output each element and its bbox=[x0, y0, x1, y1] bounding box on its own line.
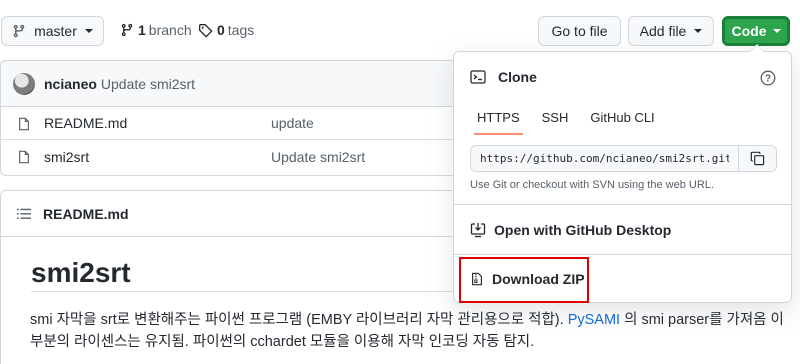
list-icon[interactable] bbox=[17, 207, 31, 221]
go-to-file-button[interactable]: Go to file bbox=[538, 16, 621, 46]
file-icon bbox=[19, 117, 29, 131]
question-icon[interactable]: ? bbox=[760, 70, 776, 86]
copy-icon bbox=[750, 151, 765, 166]
svg-text:?: ? bbox=[765, 74, 771, 85]
clone-tabs: HTTPS SSH GitHub CLI bbox=[466, 106, 666, 135]
divider bbox=[454, 204, 791, 205]
tab-github-cli[interactable]: GitHub CLI bbox=[579, 106, 665, 135]
open-github-desktop-label: Open with GitHub Desktop bbox=[494, 222, 672, 238]
chevron-down-icon bbox=[84, 29, 93, 33]
file-icon bbox=[19, 150, 29, 164]
clone-dropdown: Clone ? HTTPS SSH GitHub CLI Use Git or … bbox=[453, 44, 792, 303]
tag-icon bbox=[198, 23, 213, 38]
clone-url-input[interactable] bbox=[471, 146, 738, 171]
file-list-box: ncianeo Update smi2srt README.md update … bbox=[0, 60, 470, 176]
code-label: Code bbox=[731, 23, 767, 39]
branches-link[interactable]: 1 branch bbox=[120, 22, 192, 38]
tags-link[interactable]: 0 tags bbox=[198, 22, 254, 38]
clone-help-text: Use Git or checkout with SVN using the w… bbox=[470, 179, 714, 191]
git-branch-icon bbox=[121, 23, 133, 37]
open-github-desktop-item[interactable]: Open with GitHub Desktop bbox=[470, 222, 671, 238]
highlight-box bbox=[459, 257, 589, 303]
readme-filename: README.md bbox=[43, 205, 129, 222]
git-branch-icon bbox=[13, 24, 25, 38]
latest-commit-bar: ncianeo Update smi2srt bbox=[1, 61, 470, 107]
file-name-link[interactable]: smi2srt bbox=[44, 149, 89, 165]
divider bbox=[454, 254, 791, 255]
tag-count: 0 bbox=[217, 22, 225, 38]
branch-select-button[interactable]: master bbox=[1, 16, 104, 46]
branch-name: master bbox=[34, 23, 77, 39]
branch-word: branch bbox=[148, 22, 192, 38]
file-commit-link[interactable]: Update smi2srt bbox=[271, 149, 365, 165]
terminal-icon bbox=[470, 70, 486, 84]
file-name-link[interactable]: README.md bbox=[44, 115, 127, 131]
clone-title: Clone bbox=[498, 69, 537, 85]
tag-word: tags bbox=[227, 22, 255, 38]
clone-heading: Clone bbox=[470, 69, 537, 85]
add-file-button[interactable]: Add file bbox=[628, 16, 714, 46]
readme-paragraph: smi 자막을 srt로 변환해주는 파이썬 프로그램 (EMBY 라이브러리 … bbox=[30, 309, 800, 353]
copy-url-button[interactable] bbox=[738, 146, 776, 171]
readme-header: README.md bbox=[1, 191, 470, 237]
commit-author-link[interactable]: ncianeo bbox=[44, 76, 97, 92]
clone-url-group bbox=[470, 145, 777, 172]
chevron-down-icon bbox=[694, 29, 703, 33]
tab-ssh[interactable]: SSH bbox=[531, 106, 580, 135]
desktop-download-icon bbox=[470, 223, 486, 238]
pysami-link[interactable]: PySAMI bbox=[568, 312, 620, 328]
add-file-label: Add file bbox=[639, 23, 687, 39]
tab-https[interactable]: HTTPS bbox=[466, 106, 531, 135]
code-button[interactable]: Code bbox=[722, 16, 790, 46]
branch-count: 1 bbox=[138, 22, 146, 38]
readme-text-before-link: smi 자막을 srt로 변환해주는 파이썬 프로그램 (EMBY 라이브러리 … bbox=[30, 312, 568, 328]
table-row: smi2srt Update smi2srt bbox=[1, 140, 470, 173]
chevron-down-icon bbox=[772, 29, 781, 33]
readme-title: smi2srt bbox=[31, 257, 131, 288]
avatar[interactable] bbox=[13, 72, 35, 95]
file-commit-link[interactable]: update bbox=[271, 115, 314, 131]
table-row: README.md update bbox=[1, 107, 470, 140]
commit-message-link[interactable]: Update smi2srt bbox=[101, 76, 195, 92]
divider bbox=[31, 291, 471, 292]
